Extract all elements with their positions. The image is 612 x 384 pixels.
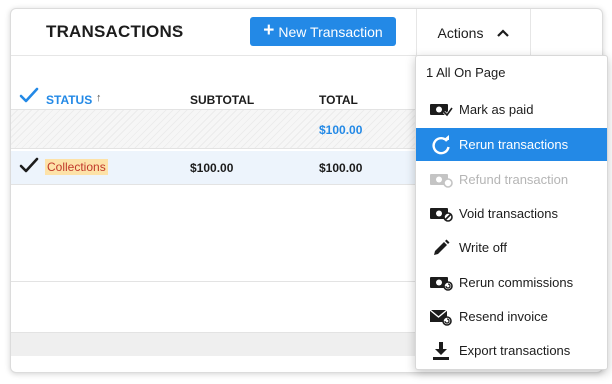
menu-item-rerun-transactions[interactable]: Rerun transactions bbox=[416, 128, 607, 161]
menu-item-label: Resend invoice bbox=[459, 309, 548, 324]
menu-item-mark-as-paid[interactable]: Mark as paid bbox=[416, 93, 607, 126]
chevron-down-icon[interactable]: ⌵ bbox=[174, 21, 182, 34]
envelope-resend-icon bbox=[429, 307, 453, 327]
page-header: TRANSACTIONS ⌵ + New Transaction Actions bbox=[11, 9, 602, 56]
column-header-status[interactable]: STATUS bbox=[46, 93, 92, 107]
total-cell: $100.00 bbox=[319, 161, 363, 175]
refresh-icon bbox=[429, 134, 453, 155]
cash-void-icon bbox=[429, 204, 453, 224]
menu-item-label: Write off bbox=[459, 240, 507, 255]
menu-item-void-transactions[interactable]: Void transactions bbox=[416, 197, 607, 230]
menu-selection-header: 1 All On Page bbox=[426, 65, 506, 80]
new-transaction-label: New Transaction bbox=[278, 23, 383, 40]
menu-item-rerun-commissions[interactable]: Rerun commissions bbox=[416, 266, 607, 299]
menu-item-export-transactions[interactable]: Export transactions bbox=[416, 334, 607, 367]
menu-item-label: Rerun commissions bbox=[459, 275, 574, 290]
menu-item-label: Export transactions bbox=[459, 343, 571, 358]
download-icon bbox=[429, 341, 453, 361]
menu-item-write-off[interactable]: Write off bbox=[416, 231, 607, 264]
cash-rerun-icon bbox=[429, 273, 453, 293]
menu-item-label: Rerun transactions bbox=[459, 137, 569, 152]
actions-label: Actions bbox=[437, 24, 484, 41]
actions-menu: 1 All On Page Mark as paid Rerun transac… bbox=[415, 55, 608, 370]
page-title: TRANSACTIONS bbox=[46, 22, 184, 41]
summary-total: $100.00 bbox=[319, 123, 363, 137]
cash-refund-icon bbox=[429, 170, 453, 190]
subtotal-cell: $100.00 bbox=[190, 161, 234, 175]
menu-item-refund-transaction: Refund transaction bbox=[416, 163, 607, 196]
chevron-up-icon bbox=[497, 28, 510, 37]
menu-item-label: Void transactions bbox=[459, 206, 559, 221]
menu-item-label: Mark as paid bbox=[459, 102, 534, 117]
pencil-icon bbox=[429, 238, 453, 258]
select-all-checkbox[interactable] bbox=[19, 87, 39, 105]
status-badge: Collections bbox=[45, 159, 108, 175]
sort-ascending-icon[interactable]: ↑ bbox=[96, 92, 102, 104]
menu-item-resend-invoice[interactable]: Resend invoice bbox=[416, 300, 607, 333]
actions-dropdown-button[interactable]: Actions bbox=[416, 9, 531, 56]
new-transaction-button[interactable]: + New Transaction bbox=[250, 17, 396, 46]
cash-check-icon bbox=[429, 100, 453, 120]
row-checkbox[interactable] bbox=[19, 157, 39, 175]
menu-item-label: Refund transaction bbox=[459, 172, 569, 187]
plus-icon: + bbox=[263, 20, 275, 41]
column-header-subtotal[interactable]: SUBTOTAL bbox=[190, 93, 254, 107]
column-header-total[interactable]: TOTAL bbox=[319, 93, 358, 107]
